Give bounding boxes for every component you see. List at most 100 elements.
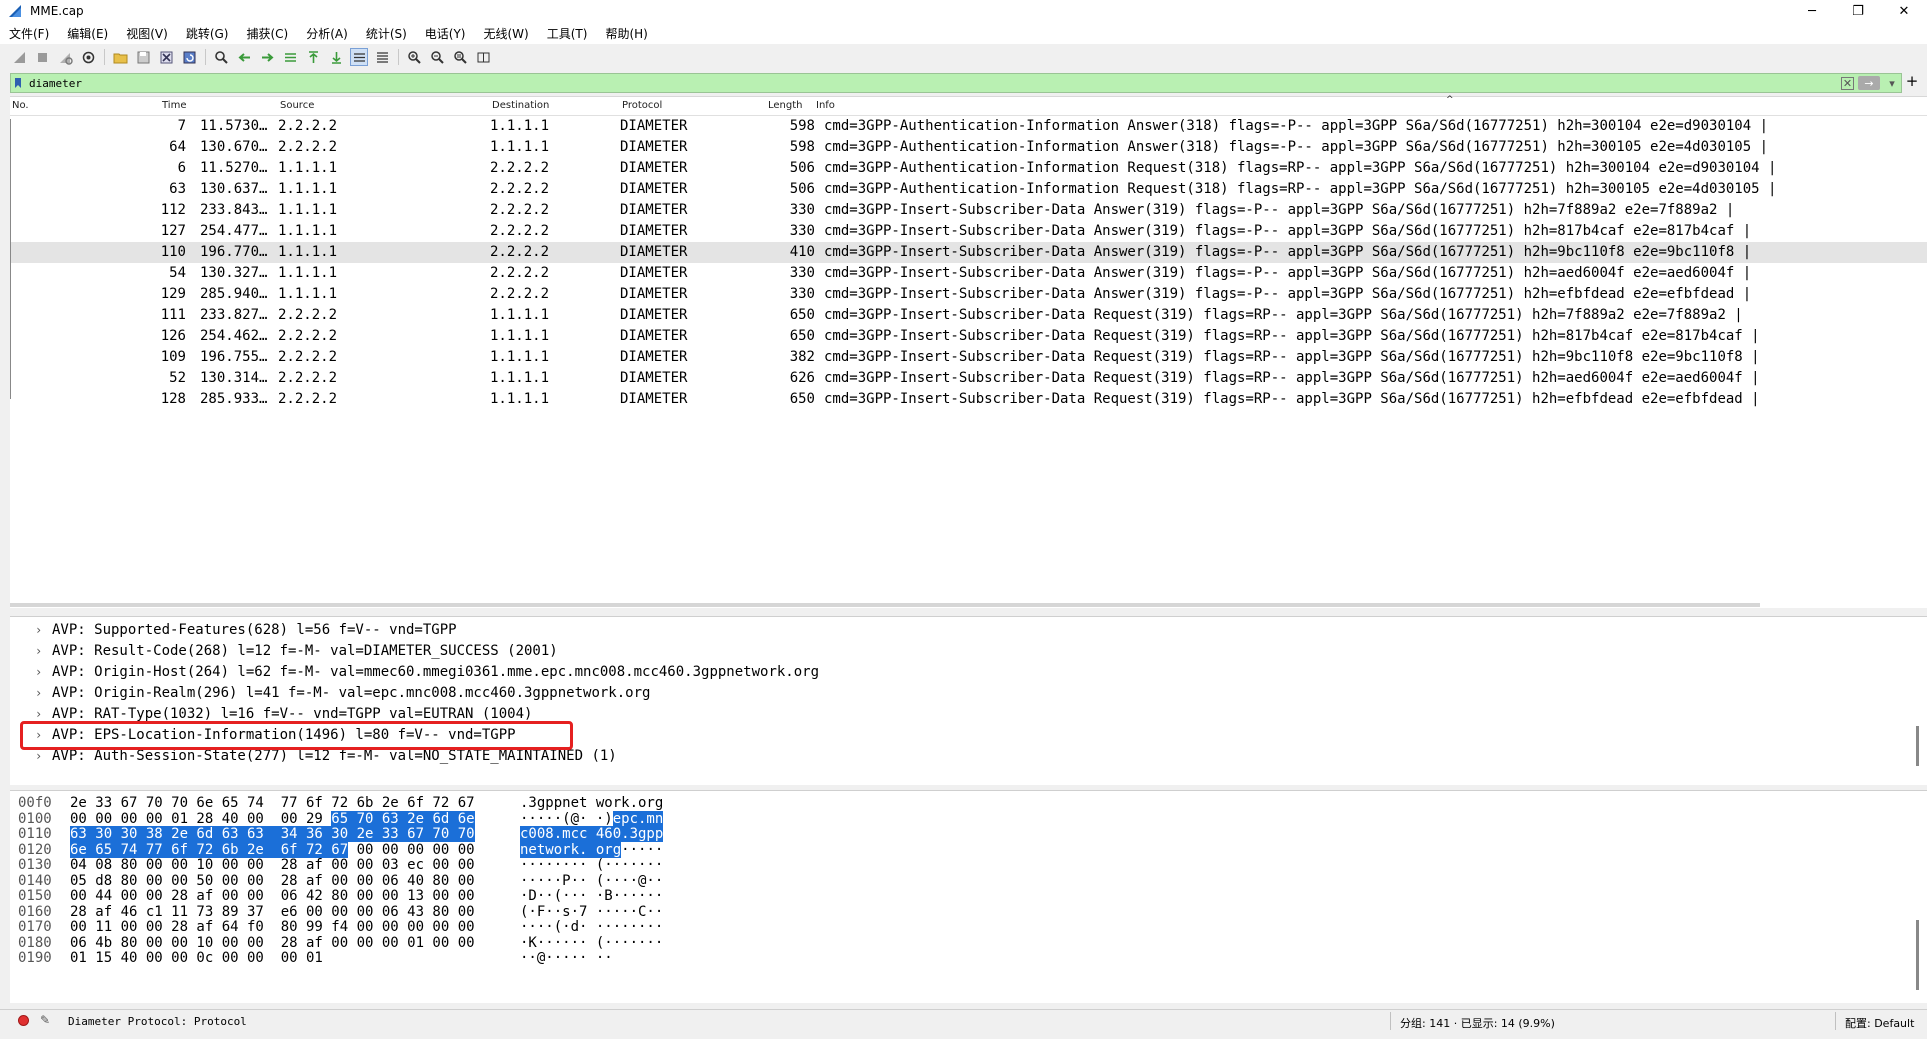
close-file-icon[interactable] [157, 48, 175, 66]
menu-item-2[interactable]: 视图(V) [117, 25, 177, 42]
go-forward-icon[interactable] [258, 48, 276, 66]
expert-info-icon[interactable] [18, 1015, 29, 1026]
packet-cell-src: 1.1.1.1 [278, 202, 338, 218]
menu-item-3[interactable]: 跳转(G) [177, 25, 238, 42]
details-scrollbar[interactable] [1916, 726, 1919, 766]
packet-row[interactable]: 7 11.5730… 2.2.2.2 1.1.1.1 DIAMETER 598 cmd=3G… [10, 116, 1927, 137]
packet-cell-src: 2.2.2.2 [278, 139, 338, 155]
go-last-packet-icon[interactable] [327, 48, 345, 66]
expand-chevron-icon[interactable]: › [35, 662, 42, 683]
menu-item-7[interactable]: 电话(Y) [416, 25, 475, 42]
packet-list[interactable]: No. Time Source Destination Protocol Len… [10, 95, 1927, 608]
detail-tree-item[interactable]: › AVP: Supported-Features(628) l=56 f=V--… [10, 620, 1910, 641]
detail-tree-item[interactable]: › AVP: Origin-Realm(296) l=41 f=-M- val=e… [10, 683, 1910, 704]
packet-row[interactable]: 109 196.755… 2.2.2.2 1.1.1.1 DIAMETER 382 cmd=… [10, 347, 1927, 368]
packet-row[interactable]: 111 233.827… 2.2.2.2 1.1.1.1 DIAMETER 650 cmd=… [10, 305, 1927, 326]
reload-file-icon[interactable] [180, 48, 198, 66]
menu-item-1[interactable]: 编辑(E) [58, 25, 117, 42]
packet-row[interactable]: 64 130.670… 2.2.2.2 1.1.1.1 DIAMETER 598 cmd=3… [10, 137, 1927, 158]
go-back-icon[interactable] [235, 48, 253, 66]
find-packet-icon[interactable] [212, 48, 230, 66]
hex-bytes[interactable]: 01 15 40 00 00 0c 00 00 00 01 [70, 949, 323, 968]
stop-capture-icon[interactable] [33, 48, 51, 66]
expand-chevron-icon[interactable]: › [35, 620, 42, 641]
colorize-icon[interactable] [373, 48, 391, 66]
packet-cell-info: cmd=3GPP-Insert-Subscriber-Data Request(… [824, 328, 1760, 344]
packet-row[interactable]: 126 254.462… 2.2.2.2 1.1.1.1 DIAMETER 650 cmd=… [10, 326, 1927, 347]
column-header-no[interactable]: No. [12, 100, 29, 111]
packet-cell-proto: DIAMETER [620, 265, 688, 281]
packet-row[interactable]: 6 11.5270… 1.1.1.1 2.2.2.2 DIAMETER 506 cmd=3G… [10, 158, 1927, 179]
packet-cell-time: 130.314… [200, 370, 268, 386]
bookmark-icon[interactable] [11, 76, 25, 90]
hex-ascii[interactable]: ··@····· ·· [520, 949, 613, 968]
packet-row[interactable]: 128 285.933… 2.2.2.2 1.1.1.1 DIAMETER 650 cmd=… [10, 389, 1927, 410]
packet-row[interactable]: 52 130.314… 2.2.2.2 1.1.1.1 DIAMETER 626 cmd=3… [10, 368, 1927, 389]
packet-cell-len: 598 [789, 139, 815, 155]
packet-cell-dst: 2.2.2.2 [490, 244, 550, 260]
go-first-packet-icon[interactable] [304, 48, 322, 66]
auto-scroll-icon[interactable] [350, 48, 368, 66]
close-icon[interactable]: ✕ [1881, 0, 1927, 22]
packet-row[interactable]: 127 254.477… 1.1.1.1 2.2.2.2 DIAMETER 330 cmd=… [10, 221, 1927, 242]
menu-item-10[interactable]: 帮助(H) [596, 25, 656, 42]
capture-options-icon[interactable] [79, 48, 97, 66]
display-filter-input[interactable] [25, 75, 1841, 91]
normal-size-icon[interactable] [451, 48, 469, 66]
go-to-packet-icon[interactable] [281, 48, 299, 66]
detail-item-text: AVP: Origin-Realm(296) l=41 f=-M- val=ep… [52, 685, 651, 701]
column-header-destination[interactable]: Destination [492, 100, 549, 111]
packet-list-horizontal-scrollbar[interactable] [10, 603, 1760, 607]
packet-cell-info: cmd=3GPP-Authentication-Information Answ… [824, 118, 1769, 134]
menu-item-0[interactable]: 文件(F) [0, 25, 58, 42]
expand-chevron-icon[interactable]: › [35, 683, 42, 704]
detail-tree-item[interactable]: › AVP: Result-Code(268) l=12 f=-M- val=DI… [10, 641, 1910, 662]
packet-row[interactable]: 129 285.940… 1.1.1.1 2.2.2.2 DIAMETER 330 cmd=… [10, 284, 1927, 305]
packet-cell-proto: DIAMETER [620, 181, 688, 197]
packet-cell-time: 130.327… [200, 265, 268, 281]
column-header-source[interactable]: Source [280, 100, 314, 111]
save-file-icon[interactable] [134, 48, 152, 66]
packet-cell-time: 233.843… [200, 202, 268, 218]
profile-status[interactable]: 配置: Default [1845, 1015, 1914, 1031]
open-file-icon[interactable] [111, 48, 129, 66]
add-filter-button-icon[interactable]: + [1902, 72, 1922, 90]
filter-dropdown-icon[interactable]: ▾ [1883, 76, 1901, 90]
resize-columns-icon[interactable] [474, 48, 492, 66]
menu-bar: 文件(F) 编辑(E) 视图(V) 跳转(G) 捕获(C) 分析(A) 统计(S) 电话(Y)… [0, 22, 1927, 44]
packet-cell-no: 127 [160, 223, 186, 239]
packet-details-pane[interactable]: › AVP: Supported-Features(628) l=56 f=V--… [10, 616, 1927, 785]
clear-filter-icon[interactable]: ✕ [1841, 76, 1854, 90]
menu-item-5[interactable]: 分析(A) [297, 25, 357, 42]
expand-chevron-icon[interactable]: › [35, 641, 42, 662]
restart-capture-icon[interactable] [56, 48, 74, 66]
packet-cell-len: 506 [789, 160, 815, 176]
restore-icon[interactable]: ❐ [1835, 0, 1881, 22]
zoom-out-icon[interactable] [428, 48, 446, 66]
minimize-icon[interactable]: ─ [1789, 0, 1835, 22]
capture-comment-icon[interactable]: ✎ [40, 1013, 50, 1027]
apply-filter-icon[interactable]: → [1858, 76, 1880, 90]
bytes-scrollbar[interactable] [1916, 920, 1919, 990]
zoom-in-icon[interactable] [405, 48, 423, 66]
packet-row[interactable]: 54 130.327… 1.1.1.1 2.2.2.2 DIAMETER 330 cmd=3… [10, 263, 1927, 284]
packet-cell-dst: 1.1.1.1 [490, 139, 550, 155]
shark-fin-start-icon[interactable] [10, 48, 28, 66]
column-header-info[interactable]: Info [816, 100, 835, 111]
packet-row[interactable]: 112 233.843… 1.1.1.1 2.2.2.2 DIAMETER 330 cmd=… [10, 200, 1927, 221]
menu-item-6[interactable]: 统计(S) [357, 25, 416, 42]
packet-bytes-pane[interactable]: 00f0 2e 33 67 70 70 6e 65 74 77 6f 72 6b … [10, 790, 1927, 1003]
column-header-protocol[interactable]: Protocol [622, 100, 662, 111]
detail-tree-item[interactable]: › AVP: Origin-Host(264) l=62 f=-M- val=mm… [10, 662, 1910, 683]
menu-item-4[interactable]: 捕获(C) [237, 25, 297, 42]
packet-cell-info: cmd=3GPP-Insert-Subscriber-Data Request(… [824, 349, 1760, 365]
packet-row[interactable]: 63 130.637… 1.1.1.1 2.2.2.2 DIAMETER 506 cmd=3… [10, 179, 1927, 200]
display-filter-bar: ✕ → ▾ [10, 73, 1902, 93]
menu-item-8[interactable]: 无线(W) [475, 25, 538, 42]
packet-cell-no: 64 [169, 139, 186, 155]
column-header-time[interactable]: Time [162, 100, 186, 111]
packet-cell-time: 11.5270… [200, 160, 268, 176]
menu-item-9[interactable]: 工具(T) [538, 25, 597, 42]
packet-row[interactable]: 110 196.770… 1.1.1.1 2.2.2.2 DIAMETER 410 cmd=… [10, 242, 1927, 263]
column-header-length[interactable]: Length [768, 100, 803, 111]
